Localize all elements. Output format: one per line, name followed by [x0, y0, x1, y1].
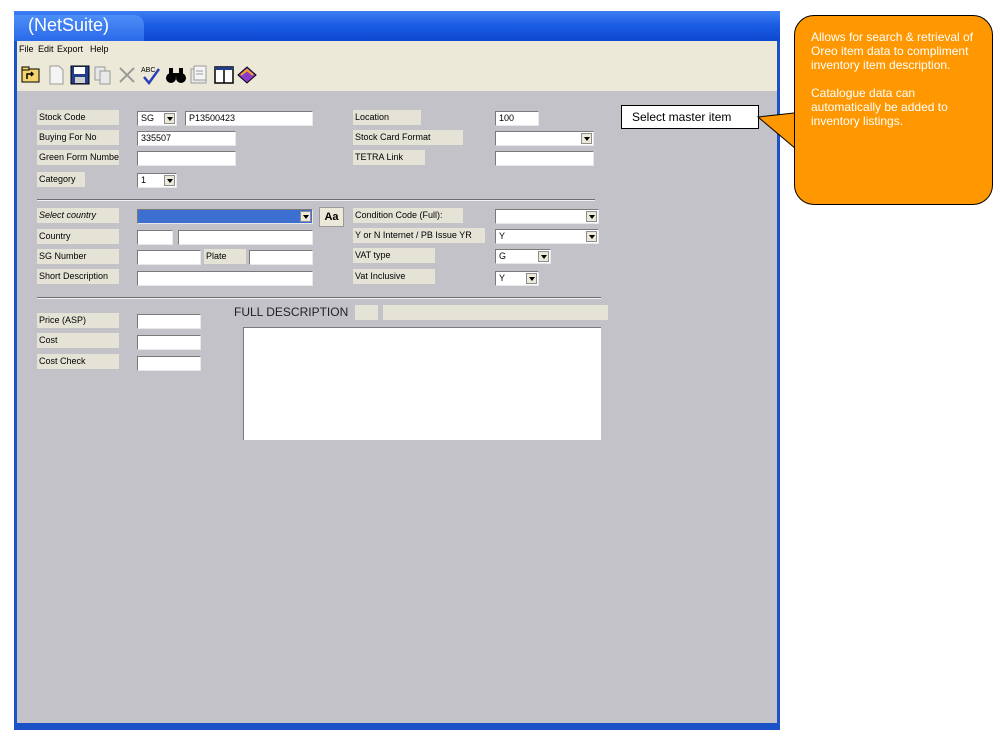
- vat-type-select[interactable]: G: [495, 249, 551, 264]
- vat-type-label: VAT type: [353, 248, 435, 263]
- stock-card-format-select[interactable]: [495, 131, 594, 146]
- chevron-down-icon[interactable]: [526, 273, 537, 284]
- window-title: (NetSuite): [28, 15, 110, 35]
- plate-field[interactable]: [249, 250, 313, 265]
- book-icon[interactable]: [236, 64, 258, 86]
- cost-check-field[interactable]: [137, 356, 201, 371]
- select-country-dropdown[interactable]: [137, 209, 313, 224]
- location-label: Location: [353, 110, 421, 125]
- green-form-number-label: Green Form Number: [37, 150, 119, 165]
- callout-paragraph-1: Allows for search & retrieval of Oreo it…: [811, 30, 974, 72]
- chevron-down-icon[interactable]: [538, 251, 549, 262]
- section-divider: [37, 297, 601, 299]
- stock-code-field[interactable]: P13500423: [185, 111, 313, 126]
- sg-number-label: SG Number: [37, 249, 119, 264]
- country-name-field[interactable]: [178, 230, 313, 245]
- chevron-down-icon[interactable]: [164, 175, 175, 186]
- annotation-callout: Allows for search & retrieval of Oreo it…: [794, 15, 993, 205]
- buying-for-no-label: Buying For No: [37, 130, 119, 145]
- full-description-title: FULL DESCRIPTION: [234, 305, 349, 319]
- menu-bar: File Edit Export Help: [17, 41, 777, 59]
- svg-text:ABC: ABC: [141, 67, 155, 74]
- menu-export[interactable]: Export: [57, 44, 83, 54]
- short-description-field[interactable]: [137, 271, 313, 286]
- location-field[interactable]: 100: [495, 111, 539, 126]
- menu-help[interactable]: Help: [90, 44, 109, 54]
- internet-issue-value: Y: [499, 231, 506, 241]
- save-disk-icon[interactable]: [69, 64, 91, 86]
- delete-x-icon[interactable]: [116, 64, 138, 86]
- category-value: 1: [141, 175, 147, 185]
- green-form-number-field[interactable]: [137, 151, 236, 166]
- condition-code-select[interactable]: [495, 209, 599, 224]
- category-label: Category: [37, 172, 85, 187]
- menu-file[interactable]: File: [19, 44, 34, 54]
- copy-icon[interactable]: [92, 64, 114, 86]
- condition-code-label: Condition Code (Full):: [353, 208, 463, 223]
- internet-issue-select[interactable]: Y: [495, 229, 599, 244]
- stock-code-prefix-select[interactable]: SG: [137, 111, 177, 126]
- country-label: Country: [37, 229, 119, 244]
- cost-field[interactable]: [137, 335, 201, 350]
- vat-inclusive-label: Vat Inclusive: [353, 269, 435, 284]
- select-master-item-button[interactable]: Select master item: [621, 105, 759, 129]
- vat-inclusive-value: Y: [499, 273, 506, 283]
- plate-label: Plate: [204, 249, 246, 264]
- price-asp-field[interactable]: [137, 314, 201, 329]
- buying-for-no-field[interactable]: 335507: [137, 131, 236, 146]
- section-divider: [37, 199, 595, 201]
- full-description-textarea[interactable]: [243, 327, 601, 440]
- tetra-link-label: TETRA Link: [353, 150, 425, 165]
- sg-number-field[interactable]: [137, 250, 201, 265]
- select-country-label: Select country: [37, 208, 119, 223]
- toolbar: ABC: [17, 59, 777, 92]
- full-description-strip: [383, 305, 608, 320]
- country-code-field[interactable]: [137, 230, 173, 245]
- vat-inclusive-select[interactable]: Y: [495, 271, 539, 286]
- internet-issue-label: Y or N Internet / PB Issue YR: [353, 228, 485, 243]
- stock-card-format-label: Stock Card Format: [353, 130, 463, 145]
- stock-code-label: Stock Code: [37, 110, 119, 125]
- callout-paragraph-2: Catalogue data can automatically be adde…: [811, 86, 948, 128]
- cost-label: Cost: [37, 333, 119, 348]
- columns-icon[interactable]: [213, 64, 235, 86]
- category-select[interactable]: 1: [137, 173, 177, 188]
- cost-check-label: Cost Check: [37, 354, 119, 369]
- stock-code-prefix-value: SG: [141, 113, 155, 123]
- properties-icon[interactable]: [188, 64, 210, 86]
- full-description-strip: [355, 305, 378, 320]
- binoculars-icon[interactable]: [165, 64, 187, 86]
- chevron-down-icon[interactable]: [586, 211, 597, 222]
- tetra-link-field[interactable]: [495, 151, 594, 166]
- spellcheck-icon[interactable]: ABC: [140, 64, 162, 86]
- new-document-icon[interactable]: [45, 64, 67, 86]
- font-aa-button[interactable]: Aa: [319, 207, 344, 227]
- chevron-down-icon[interactable]: [164, 113, 175, 124]
- short-description-label: Short Description: [37, 269, 119, 284]
- chevron-down-icon[interactable]: [581, 133, 592, 144]
- vat-type-value: G: [499, 251, 507, 261]
- folder-up-icon[interactable]: [20, 64, 42, 86]
- menu-edit[interactable]: Edit: [38, 44, 54, 54]
- chevron-down-icon[interactable]: [586, 231, 597, 242]
- chevron-down-icon[interactable]: [300, 211, 311, 222]
- price-asp-label: Price (ASP): [37, 313, 119, 328]
